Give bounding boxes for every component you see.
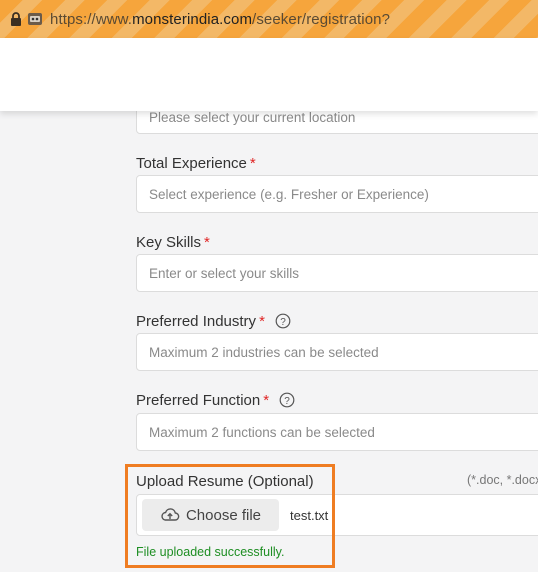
svg-text:?: ? bbox=[284, 396, 290, 407]
preferred-function-select[interactable]: Maximum 2 functions can be selected bbox=[136, 413, 538, 451]
resume-file-input[interactable]: Choose file test.txt bbox=[136, 494, 538, 536]
choose-file-label: Choose file bbox=[185, 506, 262, 524]
lock-icon bbox=[11, 12, 21, 26]
choose-file-button[interactable]: Choose file bbox=[142, 499, 279, 531]
cloud-upload-icon bbox=[161, 508, 180, 521]
key-skills-input[interactable]: Enter or select your skills bbox=[136, 254, 538, 292]
preferred-industry-label: Preferred Industry * ? bbox=[136, 313, 291, 330]
uploaded-file-name: test.txt bbox=[290, 508, 329, 523]
key-skills-label-text: Key Skills bbox=[136, 234, 202, 251]
preferred-industry-label-text: Preferred Industry bbox=[136, 313, 257, 330]
url-prefix: https://www. bbox=[50, 11, 133, 28]
preferred-function-placeholder: Maximum 2 functions can be selected bbox=[149, 425, 375, 440]
upload-resume-label: Upload Resume (Optional) bbox=[136, 473, 314, 490]
help-icon[interactable]: ? bbox=[275, 313, 291, 329]
file-types-hint: (*.doc, *.docx bbox=[467, 473, 538, 487]
svg-text:?: ? bbox=[280, 317, 286, 328]
current-location-placeholder: Please select your current location bbox=[149, 110, 356, 125]
total-experience-label-text: Total Experience bbox=[136, 155, 247, 172]
preferred-industry-select[interactable]: Maximum 2 industries can be selected bbox=[136, 333, 538, 371]
robot-icon bbox=[28, 13, 42, 25]
page-header bbox=[0, 38, 538, 111]
total-experience-label: Total Experience * bbox=[136, 155, 256, 172]
preferred-industry-placeholder: Maximum 2 industries can be selected bbox=[149, 345, 379, 360]
url-path: /seeker/registration? bbox=[252, 11, 391, 28]
key-skills-label: Key Skills * bbox=[136, 234, 210, 251]
preferred-function-label-text: Preferred Function bbox=[136, 392, 261, 409]
url-host: monsterindia.com bbox=[132, 11, 253, 28]
required-mark: * bbox=[259, 313, 265, 330]
help-icon[interactable]: ? bbox=[279, 392, 295, 408]
required-mark: * bbox=[204, 234, 210, 251]
required-mark: * bbox=[249, 155, 256, 172]
preferred-function-label: Preferred Function * ? bbox=[136, 392, 295, 409]
required-mark: * bbox=[263, 392, 270, 409]
url-text[interactable]: https://www.monsterindia.com/seeker/regi… bbox=[50, 11, 390, 28]
total-experience-select[interactable]: Select experience (e.g. Fresher or Exper… bbox=[136, 175, 538, 213]
key-skills-placeholder: Enter or select your skills bbox=[149, 266, 300, 281]
total-experience-placeholder: Select experience (e.g. Fresher or Exper… bbox=[149, 187, 429, 202]
browser-url-bar[interactable]: https://www.monsterindia.com/seeker/regi… bbox=[0, 0, 538, 38]
upload-success-message: File uploaded successfully. bbox=[136, 545, 285, 559]
